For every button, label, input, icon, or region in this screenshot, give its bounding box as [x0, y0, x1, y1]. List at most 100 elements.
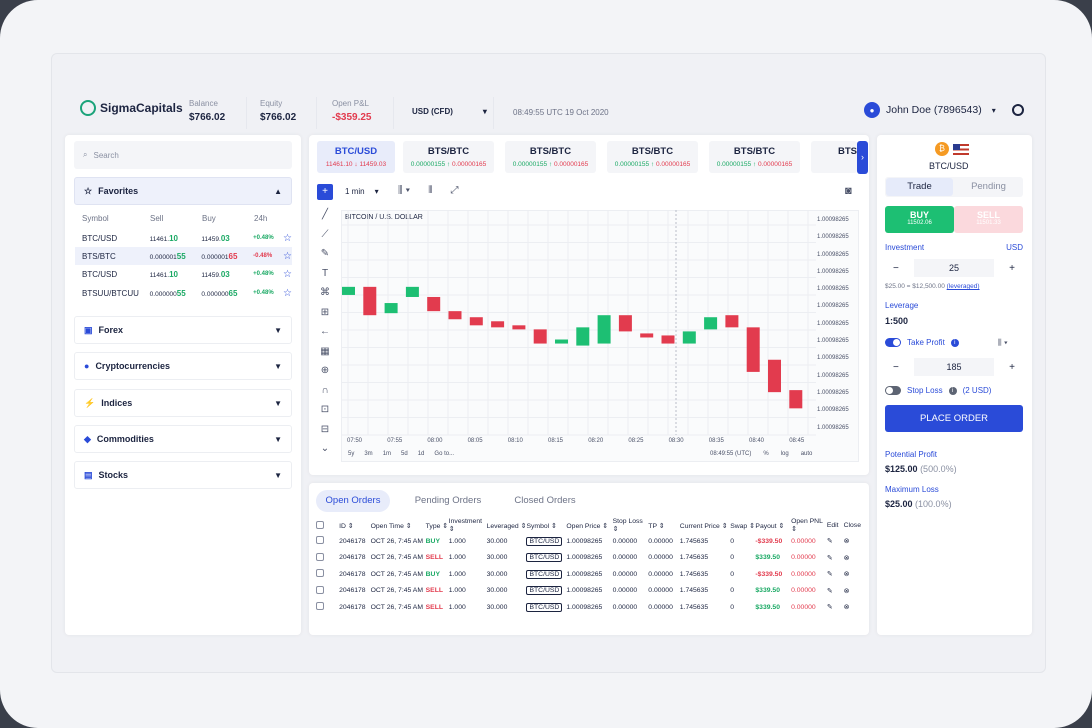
candlestick-chart[interactable] [341, 210, 859, 462]
tab-open-orders[interactable]: Open Orders [316, 490, 390, 512]
row-checkbox[interactable] [316, 602, 324, 611]
order-row[interactable]: 2046178 OCT 26, 7:45 AM SELL 1.000 30.000 BTC… [316, 599, 862, 616]
close-icon[interactable]: ⊗ [844, 533, 862, 550]
plus-icon[interactable]: + [1009, 263, 1015, 274]
edit-icon[interactable]: ✎ [827, 533, 844, 550]
toggle-on-icon[interactable] [885, 338, 901, 347]
range-button[interactable]: 3m [364, 451, 372, 457]
sell-button[interactable]: SELL 11501.33 [954, 206, 1023, 233]
ticker-card[interactable]: BTS/BTC 0.00000155 ↑ 0.00000165 [505, 141, 596, 173]
column-header[interactable]: Open Time ⇕ [371, 518, 426, 533]
search-input[interactable]: ⌕ Search [74, 141, 292, 169]
logo[interactable]: SigmaCapitals [80, 100, 183, 116]
category-commodities[interactable]: ◆ Commodities ▼ [74, 425, 292, 453]
user-menu[interactable]: ● John Doe (7896543) ▾ [864, 102, 996, 118]
tp-mode-select-icon[interactable]: ⫼ ▾ [998, 338, 1008, 348]
expand-icon[interactable]: ⌄ [318, 443, 332, 457]
camera-icon[interactable]: ◙ [845, 185, 852, 197]
tab-pending-orders[interactable]: Pending Orders [404, 490, 492, 512]
tab-closed-orders[interactable]: Closed Orders [504, 490, 586, 512]
currency-select[interactable]: USD (CFD) ▾ [412, 107, 487, 116]
edit-icon[interactable]: ✎ [827, 550, 844, 567]
star-icon[interactable]: ☆ [283, 251, 292, 262]
range-button[interactable]: 5d [401, 451, 408, 457]
tab-trade[interactable]: Trade [886, 178, 953, 196]
column-header[interactable]: ID ⇕ [339, 518, 371, 533]
take-profit-toggle[interactable]: Take Profit i [885, 338, 959, 347]
ticker-card[interactable]: BTS/BTC 0.00000155 ↑ 0.00000165 [403, 141, 494, 173]
buy-button[interactable]: BUY 11502.06 [885, 206, 954, 233]
category-stocks[interactable]: ▤ Stocks ▼ [74, 461, 292, 489]
stop-loss-toggle[interactable]: Stop Loss i (2 USD) [885, 386, 991, 395]
lock-icon[interactable]: ⊡ [318, 404, 332, 418]
column-header[interactable]: Type ⇕ [426, 518, 449, 533]
row-checkbox[interactable] [316, 552, 324, 561]
candle-type-icon[interactable]: ⫼ ▾ [398, 185, 410, 196]
investment-stepper[interactable]: − 25 + [885, 258, 1023, 278]
ticker-card[interactable]: BTS [811, 141, 857, 173]
indicators-icon[interactable]: ⫴ [428, 185, 432, 196]
column-header[interactable]: Stop Loss ⇕ [613, 518, 649, 533]
zoom-icon[interactable]: ⊕ [318, 365, 332, 379]
order-row[interactable]: 2046178 OCT 26, 7:45 AM SELL 1.000 30.000 BTC… [316, 583, 862, 600]
column-header[interactable]: Symbol ⇕ [526, 518, 566, 533]
favorite-row[interactable]: BTC/USD 11461.10 11459.03 +0.48% ☆ [75, 229, 292, 247]
text-tool-icon[interactable]: T [318, 268, 332, 282]
favorite-row[interactable]: BTSUU/BTCUU 0.00000055 0.00000065 +0.48% ☆ [75, 284, 292, 302]
brush-tool-icon[interactable]: ✎ [318, 248, 332, 262]
range-button[interactable]: 5y [348, 451, 354, 457]
auto-toggle[interactable]: auto [801, 451, 813, 457]
star-icon[interactable]: ☆ [283, 269, 292, 280]
select-all-checkbox[interactable] [316, 520, 324, 529]
take-profit-stepper[interactable]: − 185 + [885, 357, 1023, 377]
ticker-card[interactable]: BTS/BTC 0.00000155 ↑ 0.00000165 [607, 141, 698, 173]
range-button[interactable]: Go to... [434, 451, 454, 457]
ruler-icon[interactable]: ▦ [318, 346, 332, 360]
close-icon[interactable]: ⊗ [844, 599, 862, 616]
theme-toggle-icon[interactable] [1012, 104, 1024, 116]
category-indices[interactable]: ⚡ Indices ▼ [74, 389, 292, 417]
plus-icon[interactable]: + [1009, 362, 1015, 373]
pattern-tool-icon[interactable]: ⌘ [318, 287, 332, 301]
column-header[interactable]: Edit [827, 518, 844, 533]
minus-icon[interactable]: − [893, 362, 899, 373]
place-order-button[interactable]: PLACE ORDER [885, 405, 1023, 432]
order-row[interactable]: 2046178 OCT 26, 7:45 AM BUY 1.000 30.000 BTC/… [316, 533, 862, 550]
line-tool-icon[interactable]: ╱ [318, 209, 332, 223]
leveraged-link[interactable]: (leveraged) [947, 283, 980, 290]
column-header[interactable]: Open PNL ⇕ [791, 518, 827, 533]
back-arrow-icon[interactable]: ← [318, 326, 332, 340]
category-forex[interactable]: ▣ Forex ▼ [74, 316, 292, 344]
close-icon[interactable]: ⊗ [844, 550, 862, 567]
close-icon[interactable]: ⊗ [844, 583, 862, 600]
column-header[interactable]: Payout ⇕ [755, 518, 791, 533]
edit-icon[interactable]: ✎ [827, 566, 844, 583]
order-row[interactable]: 2046178 OCT 26, 7:45 AM BUY 1.000 30.000 BTC/… [316, 566, 862, 583]
column-header[interactable]: Investment ⇕ [449, 518, 487, 533]
multiline-tool-icon[interactable]: ⟋ [318, 229, 332, 243]
measure-tool-icon[interactable]: ⊞ [318, 307, 332, 321]
column-header[interactable]: Current Price ⇕ [680, 518, 730, 533]
row-checkbox[interactable] [316, 569, 324, 578]
minus-icon[interactable]: − [893, 263, 899, 274]
range-button[interactable]: 1m [383, 451, 391, 457]
favorites-header[interactable]: ☆ Favorites ▲ [74, 177, 292, 205]
row-checkbox[interactable] [316, 585, 324, 594]
order-row[interactable]: 2046178 OCT 26, 7:45 AM SELL 1.000 30.000 BTC… [316, 550, 862, 567]
category-crypto[interactable]: ● Cryptocurrencies ▼ [74, 352, 292, 380]
crosshair-tool-icon[interactable]: + [317, 184, 333, 200]
edit-icon[interactable]: ✎ [827, 583, 844, 600]
tab-pending[interactable]: Pending [955, 178, 1022, 196]
edit-icon[interactable]: ✎ [827, 599, 844, 616]
unlock-icon[interactable]: ⊟ [318, 424, 332, 438]
ticker-card[interactable]: BTC/USD 11461.10 ↓ 11459.03 [317, 141, 395, 173]
ticker-card[interactable]: BTS/BTC 0.00000155 ↑ 0.00000165 [709, 141, 800, 173]
info-icon[interactable]: i [948, 386, 957, 395]
close-icon[interactable]: ⊗ [844, 566, 862, 583]
row-checkbox[interactable] [316, 536, 324, 545]
column-header[interactable]: Swap ⇕ [730, 518, 755, 533]
favorite-row[interactable]: BTS/BTC 0.00000155 0.00000165 -0.48% ☆ [75, 247, 292, 265]
fullscreen-icon[interactable]: ⤢ [450, 185, 458, 196]
star-icon[interactable]: ☆ [283, 288, 292, 299]
scroll-right-button[interactable]: › [857, 141, 868, 174]
